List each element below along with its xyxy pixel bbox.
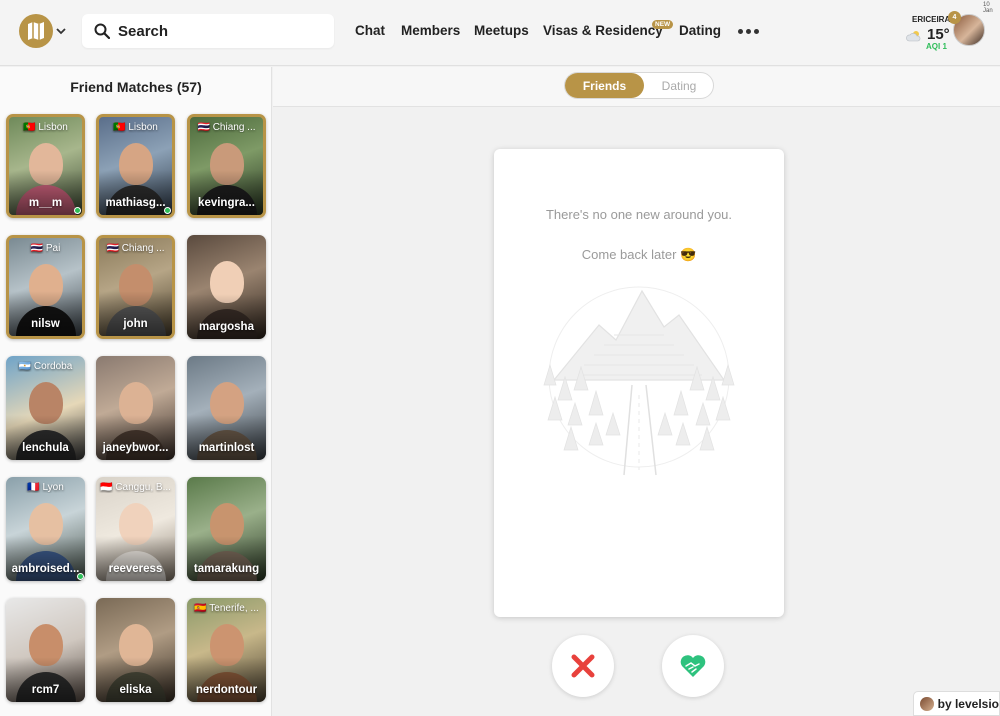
handshake-heart-icon [680, 655, 706, 677]
match-username: reeveress [108, 563, 163, 575]
match-card[interactable]: margosha [187, 235, 266, 339]
date-label: 10 Jan [983, 2, 993, 14]
top-bar: Chat Members Meetups Visas & Residency N… [0, 0, 1000, 66]
nav-members[interactable]: Members [401, 23, 460, 38]
match-username: tamarakung [193, 563, 260, 575]
sidebar-title: Friend Matches (57) [70, 79, 202, 95]
match-location: 🇫🇷 Lyon [27, 482, 64, 493]
match-location: 🇵🇹 Lisbon [23, 122, 68, 133]
search-box[interactable] [82, 14, 334, 48]
online-indicator [164, 207, 171, 214]
match-location: 🇮🇩 Canggu, B... [100, 482, 171, 493]
online-indicator [77, 573, 84, 580]
match-username: mathiasg... [105, 197, 166, 209]
tab-friends[interactable]: Friends [565, 73, 644, 98]
tab-dating[interactable]: Dating [645, 73, 713, 98]
match-location: 🇦🇷 Cordoba [18, 361, 73, 372]
match-card[interactable]: 🇪🇸 Tenerife, ... nerdontour [187, 598, 266, 702]
mountain-illustration [543, 286, 735, 476]
map-logo-icon [28, 22, 44, 40]
match-username: john [123, 318, 148, 330]
match-username: margosha [199, 321, 254, 333]
cloud-sun-icon [906, 31, 921, 42]
match-location: 🇵🇹 Lisbon [113, 122, 158, 133]
search-icon [94, 23, 110, 39]
match-location: 🇹🇭 Chiang ... [197, 122, 256, 133]
match-location: 🇹🇭 Pai [30, 243, 61, 254]
friend-matches-sidebar: Friend Matches (57) 🇵🇹 Lisbon m__m 🇵🇹 Lisb… [0, 67, 272, 716]
match-card[interactable]: martinlost [187, 356, 266, 460]
x-icon [571, 654, 595, 678]
match-username: kevingra... [198, 197, 255, 209]
match-card[interactable]: 🇹🇭 Chiang ... john [96, 235, 175, 339]
notification-badge[interactable]: 4 [948, 11, 961, 24]
byline-badge[interactable]: by levelsio [913, 691, 1000, 716]
nav-dating[interactable]: Dating [679, 23, 721, 38]
match-card[interactable]: 🇹🇭 Chiang ... kevingra... [187, 114, 266, 218]
match-card[interactable]: 🇦🇷 Cordoba lenchula [6, 356, 85, 460]
chevron-down-icon[interactable] [55, 24, 67, 38]
weather-aqi: AQI 1 [926, 42, 947, 51]
mode-toggle: Friends Dating [564, 72, 714, 99]
match-location: 🇹🇭 Chiang ... [106, 243, 165, 254]
match-username: janeybwor... [102, 442, 169, 454]
empty-message: There's no one new around you. [545, 207, 733, 222]
match-username: martinlost [198, 442, 255, 454]
match-username: m__m [28, 197, 63, 209]
tab-bar: Friends Dating [273, 67, 1000, 107]
more-menu-icon[interactable] [738, 29, 759, 34]
byline-text: by levelsio [937, 696, 999, 711]
match-username: nerdontour [195, 684, 258, 696]
match-card[interactable]: rcm7 [6, 598, 85, 702]
online-indicator [74, 207, 81, 214]
main-panel: Friends Dating There's no one new around… [273, 67, 1000, 716]
nav-meetups[interactable]: Meetups [474, 23, 529, 38]
match-card[interactable]: janeybwor... [96, 356, 175, 460]
match-card[interactable]: 🇵🇹 Lisbon m__m [6, 114, 85, 218]
weather-city: ERICEIRA [912, 15, 951, 24]
nav-visas-residency[interactable]: Visas & Residency [543, 23, 663, 38]
match-card[interactable]: 🇹🇭 Pai nilsw [6, 235, 85, 339]
swipe-card: There's no one new around you. Come back… [494, 149, 784, 617]
match-card[interactable]: 🇮🇩 Canggu, B... reeveress [96, 477, 175, 581]
match-location: 🇪🇸 Tenerife, ... [194, 603, 259, 614]
match-username: ambroised... [11, 563, 80, 575]
match-card[interactable]: 🇵🇹 Lisbon mathiasg... [96, 114, 175, 218]
weather-temp: 15° [927, 26, 950, 43]
author-avatar [920, 696, 934, 711]
logo-button[interactable] [19, 14, 53, 48]
accept-button[interactable] [662, 635, 724, 697]
match-username: eliska [119, 684, 152, 696]
match-username: rcm7 [31, 684, 60, 696]
search-input[interactable] [118, 22, 318, 40]
match-username: nilsw [31, 318, 60, 330]
come-back-message: Come back later 😎 [581, 247, 697, 262]
match-username: lenchula [22, 442, 69, 454]
nav-chat[interactable]: Chat [355, 23, 385, 38]
reject-button[interactable] [552, 635, 614, 697]
match-card[interactable]: tamarakung [187, 477, 266, 581]
match-card[interactable]: 🇫🇷 Lyon ambroised... [6, 477, 85, 581]
new-badge: NEW [652, 20, 674, 29]
match-card[interactable]: eliska [96, 598, 175, 702]
